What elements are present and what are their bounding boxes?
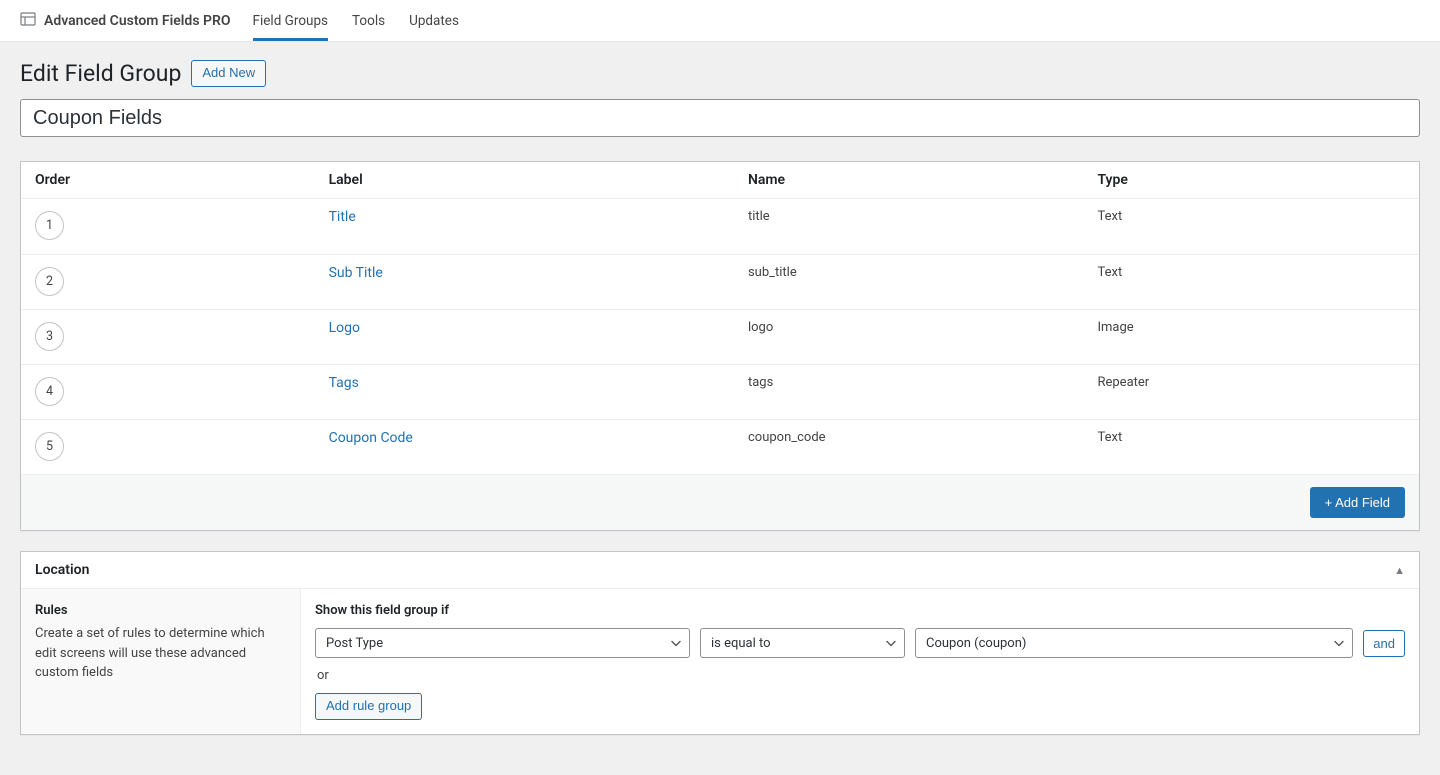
- field-type: Text: [1097, 265, 1122, 280]
- order-badge[interactable]: 2: [35, 267, 64, 296]
- field-label-link[interactable]: Tags: [329, 375, 359, 391]
- field-type: Repeater: [1097, 375, 1149, 390]
- field-row[interactable]: 2 Sub Title sub_title Text: [21, 254, 1419, 309]
- add-new-button[interactable]: Add New: [191, 60, 266, 87]
- fields-table-header: Order Label Name Type: [21, 162, 1419, 199]
- field-label-link[interactable]: Sub Title: [329, 265, 383, 281]
- rule-row: Post Type is equal to Coupon (coupon) an…: [315, 628, 1405, 658]
- fields-footer: + Add Field: [21, 474, 1419, 530]
- rule-operator-select[interactable]: is equal to: [700, 628, 905, 658]
- field-name: coupon_code: [748, 430, 826, 445]
- col-order-header: Order: [21, 162, 315, 198]
- tab-tools[interactable]: Tools: [352, 0, 385, 41]
- acf-icon: [20, 11, 36, 31]
- location-sidebar: Rules Create a set of rules to determine…: [21, 589, 301, 734]
- brand-title: Advanced Custom Fields PRO: [44, 13, 231, 29]
- field-name: tags: [748, 375, 773, 390]
- add-field-button[interactable]: + Add Field: [1310, 487, 1405, 518]
- field-row[interactable]: 3 Logo logo Image: [21, 309, 1419, 364]
- fields-tbody: 1 Title title Text 2 Sub Title sub_title…: [21, 199, 1419, 474]
- add-rule-group-button[interactable]: Add rule group: [315, 693, 422, 720]
- or-label: or: [317, 668, 1405, 683]
- fields-postbox: Order Label Name Type 1 Title title Text…: [20, 161, 1420, 531]
- col-label-header: Label: [315, 162, 734, 198]
- rule-value-value: Coupon (coupon): [926, 636, 1026, 651]
- field-row[interactable]: 5 Coupon Code coupon_code Text: [21, 419, 1419, 474]
- col-type-header: Type: [1083, 162, 1419, 198]
- location-main: Show this field group if Post Type is eq…: [301, 589, 1419, 734]
- add-and-rule-button[interactable]: and: [1363, 630, 1405, 657]
- title-input-wrap: [20, 99, 1420, 137]
- field-type: Image: [1097, 320, 1133, 335]
- show-if-label: Show this field group if: [315, 603, 1405, 618]
- field-name: logo: [748, 320, 773, 335]
- tab-field-groups[interactable]: Field Groups: [253, 0, 328, 41]
- order-badge[interactable]: 3: [35, 322, 64, 351]
- tab-updates[interactable]: Updates: [409, 0, 459, 41]
- rules-heading: Rules: [35, 603, 286, 618]
- group-title-input[interactable]: [20, 99, 1420, 137]
- topnav-tabs: Field Groups Tools Updates: [253, 0, 459, 41]
- field-name: title: [748, 209, 770, 224]
- chevron-down-icon: [671, 636, 681, 651]
- field-name: sub_title: [748, 265, 797, 280]
- chevron-down-icon: [1334, 636, 1344, 651]
- order-badge[interactable]: 4: [35, 377, 64, 406]
- order-badge[interactable]: 5: [35, 432, 64, 461]
- field-type: Text: [1097, 430, 1122, 445]
- field-label-link[interactable]: Logo: [329, 320, 360, 336]
- field-row[interactable]: 1 Title title Text: [21, 199, 1419, 254]
- collapse-toggle-icon[interactable]: ▲: [1394, 564, 1405, 577]
- location-panel-title: Location: [35, 562, 89, 578]
- chevron-down-icon: [886, 636, 896, 651]
- order-badge[interactable]: 1: [35, 211, 64, 240]
- field-label-link[interactable]: Title: [329, 209, 356, 225]
- rule-value-select[interactable]: Coupon (coupon): [915, 628, 1353, 658]
- page-title: Edit Field Group: [20, 60, 181, 87]
- rule-param-value: Post Type: [326, 636, 383, 651]
- rule-param-select[interactable]: Post Type: [315, 628, 690, 658]
- col-name-header: Name: [734, 162, 1084, 198]
- topbar: Advanced Custom Fields PRO Field Groups …: [0, 0, 1440, 42]
- location-header: Location ▲: [21, 552, 1419, 589]
- rules-description: Create a set of rules to determine which…: [35, 624, 286, 683]
- heading-row: Edit Field Group Add New: [20, 60, 1420, 87]
- field-type: Text: [1097, 209, 1122, 224]
- page-wrap: Edit Field Group Add New Order Label Nam…: [0, 42, 1440, 775]
- location-postbox: Location ▲ Rules Create a set of rules t…: [20, 551, 1420, 735]
- field-label-link[interactable]: Coupon Code: [329, 430, 413, 446]
- brand: Advanced Custom Fields PRO: [20, 11, 231, 31]
- rule-operator-value: is equal to: [711, 636, 771, 651]
- location-body: Rules Create a set of rules to determine…: [21, 589, 1419, 734]
- field-row[interactable]: 4 Tags tags Repeater: [21, 364, 1419, 419]
